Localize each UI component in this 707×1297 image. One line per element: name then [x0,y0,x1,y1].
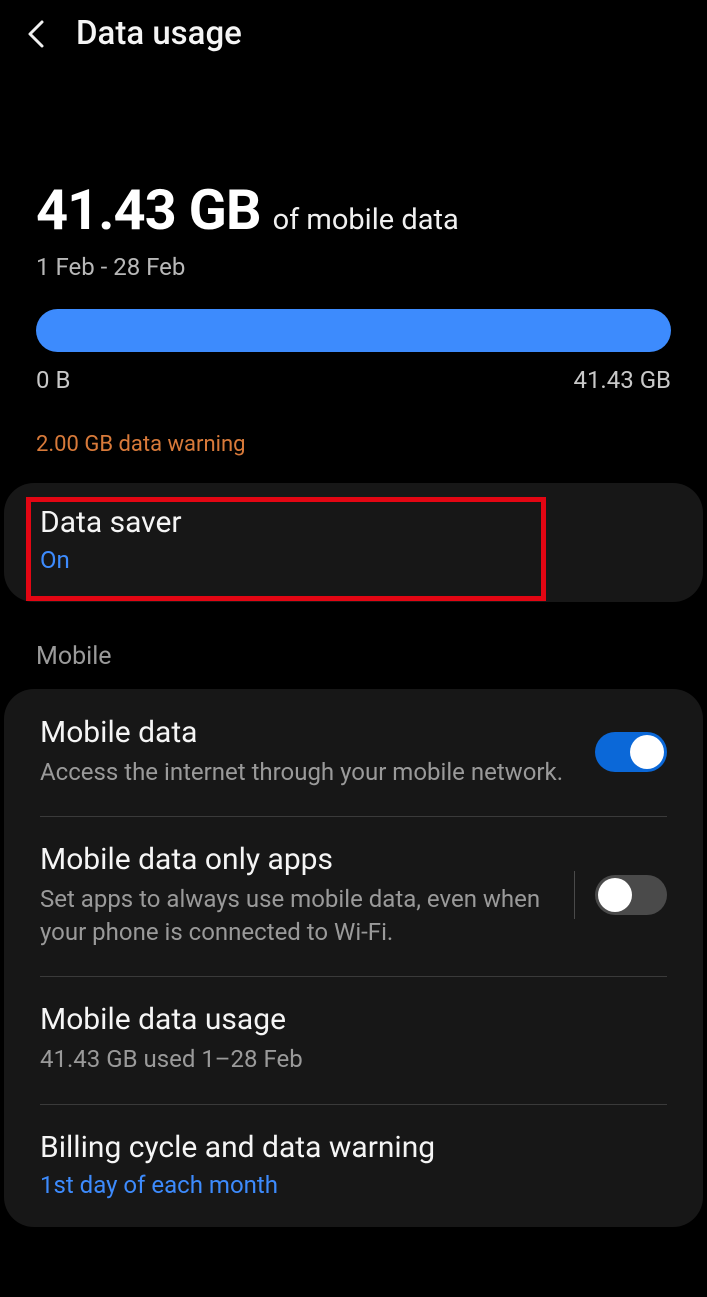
data-warning-text: 2.00 GB data warning [36,432,671,457]
mobile-data-usage-row[interactable]: Mobile data usage 41.43 GB used 1–28 Feb [4,976,703,1103]
mobile-data-toggle[interactable] [595,732,667,772]
billing-cycle-subtitle: 1st day of each month [40,1171,655,1199]
usage-amount-line: 41.43 GB of mobile data [36,177,671,243]
mobile-data-row[interactable]: Mobile data Access the internet through … [4,689,703,816]
data-saver-title: Data saver [40,505,667,540]
usage-amount: 41.43 GB [36,177,261,243]
mobile-data-text: Mobile data Access the internet through … [40,715,595,788]
data-saver-status: On [40,546,667,574]
usage-period: 1 Feb - 28 Feb [36,253,671,281]
mobile-data-only-apps-row[interactable]: Mobile data only apps Set apps to always… [4,816,703,976]
progress-max-label: 41.43 GB [573,366,671,394]
mobile-data-usage-title: Mobile data usage [40,1002,655,1037]
toggle-divider [574,871,575,919]
progress-labels: 0 B 41.43 GB [36,366,671,394]
mobile-data-subtitle: Access the internet through your mobile … [40,756,583,788]
billing-cycle-text: Billing cycle and data warning 1st day o… [40,1130,667,1199]
toggle-knob [630,735,664,769]
usage-progress-bar [36,309,671,352]
mobile-data-usage-subtitle: 41.43 GB used 1–28 Feb [40,1043,655,1075]
billing-cycle-row[interactable]: Billing cycle and data warning 1st day o… [4,1104,703,1227]
back-icon[interactable] [20,18,52,50]
mobile-data-only-apps-toggle[interactable] [595,875,667,915]
page-title: Data usage [76,14,242,53]
header-bar: Data usage [0,0,707,67]
mobile-section: Mobile data Access the internet through … [4,689,703,1227]
data-saver-row[interactable]: Data saver On [4,483,703,602]
usage-suffix: of mobile data [273,203,459,237]
progress-min-label: 0 B [36,366,70,394]
mobile-data-usage-text: Mobile data usage 41.43 GB used 1–28 Feb [40,1002,667,1075]
mobile-section-label: Mobile [0,602,707,689]
usage-summary: 41.43 GB of mobile data 1 Feb - 28 Feb 0… [0,67,707,457]
mobile-data-only-apps-subtitle: Set apps to always use mobile data, even… [40,883,562,948]
toggle-knob [598,878,632,912]
mobile-data-only-apps-text: Mobile data only apps Set apps to always… [40,842,574,948]
mobile-data-only-apps-title: Mobile data only apps [40,842,562,877]
billing-cycle-title: Billing cycle and data warning [40,1130,655,1165]
mobile-data-title: Mobile data [40,715,583,750]
